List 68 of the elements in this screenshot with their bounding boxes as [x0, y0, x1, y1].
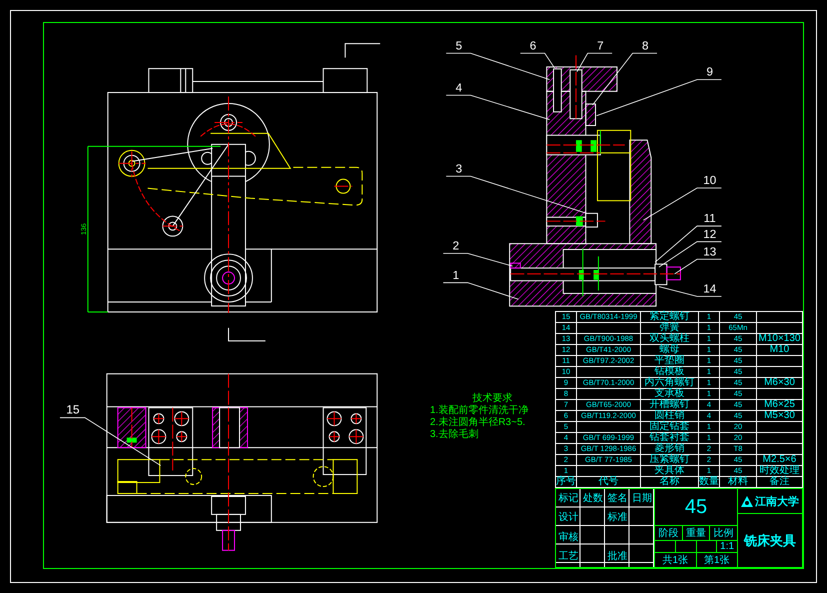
table-cell: M6×25 [757, 400, 802, 410]
title-block-label: 审核 [557, 532, 580, 543]
material-text: 45 [655, 489, 737, 525]
title-block-label: 工艺 [557, 552, 580, 562]
table-cell: 时效处理 [757, 466, 802, 476]
table-cell: 内六角螺钉 [641, 378, 698, 388]
table-cell: 螺母 [641, 345, 698, 355]
notes-title: 技术要求 [472, 393, 512, 404]
table-cell: 紧定螺钉 [641, 312, 698, 322]
table-cell: 平垫圈 [641, 356, 698, 366]
table-cell: 压紧螺钉 [641, 455, 698, 465]
callout-number: 7 [597, 39, 604, 52]
table-cell: M5×30 [757, 411, 802, 421]
table-cell: 固定钻套 [641, 422, 698, 432]
callout-number: 13 [703, 245, 716, 258]
table-cell: 双头螺柱 [641, 334, 698, 344]
title-block-label: 设计 [557, 513, 580, 524]
title-block-label: 日期 [630, 494, 653, 504]
leader-line [442, 253, 513, 266]
callout-number: 5 [456, 39, 462, 52]
title-block-label: 处数 [582, 494, 604, 504]
callout-number: 3 [456, 162, 462, 176]
table-cell: 支承板 [641, 389, 698, 399]
note-line: 1.装配前零件清洗干净 [430, 405, 528, 416]
note-line: 2.未注圆角半径R3~5. [430, 417, 526, 428]
table-cell: M6×30 [757, 378, 802, 388]
title-block-label: 批准 [606, 552, 628, 562]
table-cell: 弹簧 [641, 323, 698, 333]
callout-number: 15 [66, 402, 80, 417]
callout-number: 6 [530, 39, 536, 52]
column-header: 数量 [699, 477, 719, 487]
table-cell: M2.5×6 [757, 455, 802, 465]
callout-number: 9 [706, 66, 713, 79]
column-header: 备注 [757, 477, 802, 487]
title-block-label: 阶段 [657, 527, 680, 540]
column-header: 代号 [577, 477, 640, 487]
callout-number: 4 [456, 81, 462, 94]
callout-number: 12 [703, 228, 716, 241]
school-name: 江南大学 [755, 494, 799, 508]
table-cell: 菱形销 [641, 444, 698, 454]
table-cell: M10×130 [757, 334, 802, 344]
table-cell: 钻套衬套 [641, 433, 698, 443]
title-block-label: 标准 [606, 513, 628, 524]
table-cell: 夹具体 [641, 466, 698, 476]
sheet-number: 第1张 [696, 553, 737, 567]
callout-number: 8 [642, 39, 649, 52]
note-line: 3.去除毛刺 [430, 429, 478, 441]
title-block-label: 标记 [557, 494, 580, 504]
callout-number: 1 [452, 268, 460, 282]
title-block-label: 重量 [682, 526, 710, 540]
title-block-label: 比例 [709, 526, 738, 540]
column-header: 材料 [720, 477, 756, 487]
table-cell: 开槽螺钉 [641, 400, 698, 410]
column-header: 序号 [556, 477, 576, 487]
sheet-number: 共1张 [661, 554, 690, 567]
callout-number: 2 [452, 240, 460, 252]
table-cell: 钻模板 [641, 367, 698, 377]
drawing-title: 铣床夹具 [738, 514, 802, 567]
triangle-logo-icon [741, 496, 753, 506]
scale-text: 1:1 [716, 541, 737, 552]
callout-number: 14 [703, 282, 716, 296]
callout-number: 10 [703, 174, 716, 188]
leader-line [658, 286, 722, 297]
column-header: 名称 [641, 477, 698, 487]
callout-number: 11 [704, 212, 716, 226]
title-block-label: 签名 [606, 494, 628, 504]
table-cell: M10 [757, 345, 802, 355]
table-cell: 圆柱销 [641, 411, 698, 421]
